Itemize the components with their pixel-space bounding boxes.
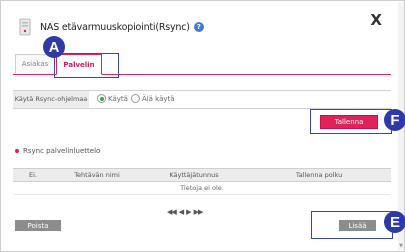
annotation-marker-f: F [384,109,405,131]
column-header-task-name: Tehtävän nimi [74,171,120,179]
rsync-setting-row: Käytä Rsync-ohjelmaa Käytä Älä käytä [13,90,391,109]
next-page-icon[interactable]: ▶ [186,208,191,216]
column-header-save-path: Tallenna polku [295,171,343,179]
rsync-radio-group: Käytä Älä käytä [97,94,178,103]
empty-table-message: Tietoja ei ole. [13,182,391,195]
server-list-title: Rsync palvelinluettelo [23,147,101,155]
radio-disable-label: Älä käytä [141,94,175,103]
scroll-down-icon[interactable]: ▼ [398,243,404,249]
save-button[interactable]: Tallenna [320,115,378,129]
column-header-number: Ei. [29,171,37,179]
dialog-title: NAS etävarmuuskopiointi(Rsync) [40,21,190,33]
radio-enable[interactable]: Käytä [97,94,128,103]
annotation-marker-e: E [384,211,405,233]
close-button[interactable]: X [370,13,382,28]
bullet-icon [15,149,19,153]
add-button[interactable]: Lisää [339,220,376,231]
column-header-username: Käyttäjätunnus [169,171,219,179]
radio-disable-control[interactable] [130,94,140,103]
table-header: Ei. Tehtävän nimi Käyttäjätunnus Tallenn… [13,168,391,182]
server-list-heading: Rsync palvelinluettelo [15,147,100,155]
first-page-icon[interactable]: ◀◀ [167,208,177,216]
radio-enable-control[interactable] [97,94,106,103]
last-page-icon[interactable]: ▶▶ [194,208,204,216]
prev-page-icon[interactable]: ◀ [179,208,184,216]
nas-device-icon [19,18,31,36]
rsync-service-label: Käytä Rsync-ohjelmaa [13,91,89,108]
delete-button[interactable]: Poista [15,220,61,231]
title-bar: NAS etävarmuuskopiointi(Rsync) ? [19,14,204,40]
tab-server[interactable]: Palvelin [56,54,102,75]
annotation-marker-a: A [43,36,65,58]
radio-disable[interactable]: Älä käytä [130,94,175,103]
help-icon[interactable]: ? [193,22,204,32]
pagination: ◀◀ ◀ ▶ ▶▶ [167,208,205,216]
tab-bar: Asiakas Palvelin [13,54,391,75]
radio-enable-label: Käytä [108,94,128,103]
server-table: Ei. Tehtävän nimi Käyttäjätunnus Tallenn… [13,168,391,195]
